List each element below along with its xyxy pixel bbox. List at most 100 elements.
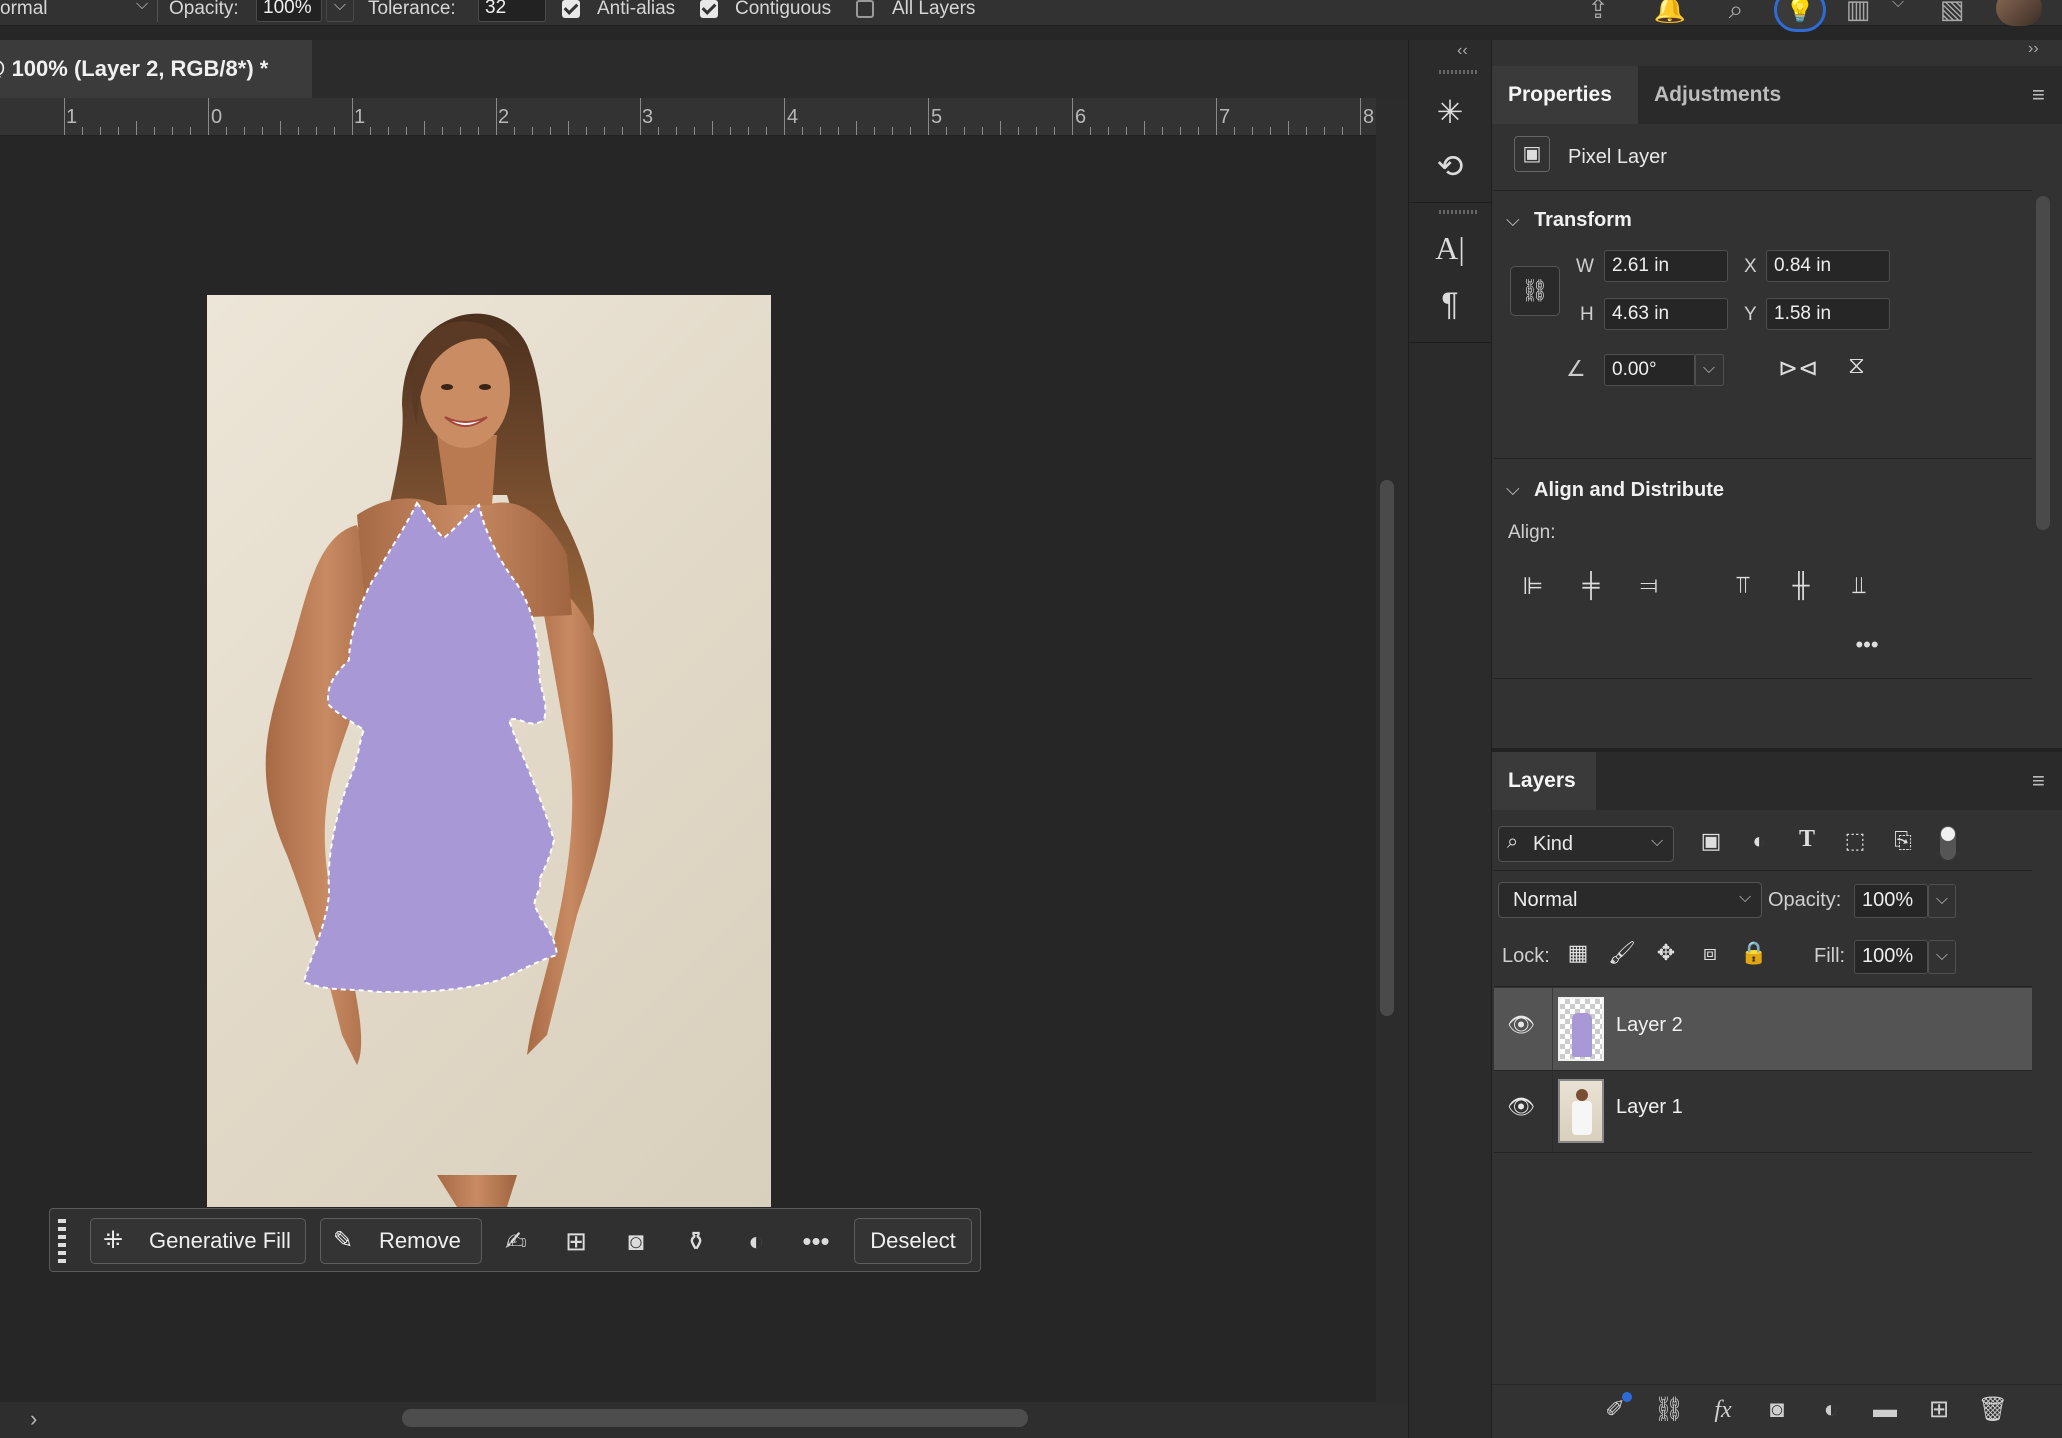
layer-opacity-dropdown-button[interactable]: ⌵ [1928, 884, 1956, 918]
workspace-icon[interactable]: ▥ [1840, 0, 1876, 26]
align-collapse-chevron-icon[interactable]: ⌵ [1506, 479, 1520, 500]
notification-bell-icon[interactable]: 🔔 [1652, 0, 1688, 26]
layer-row-layer-2[interactable]: 👁 Layer 2 [1494, 988, 2032, 1070]
filter-type-icon[interactable]: T [1790, 826, 1824, 853]
paragraph-panel-icon[interactable]: ¶ [1430, 284, 1470, 324]
lock-artboard-icon[interactable]: ⧈ [1694, 940, 1726, 966]
generative-fill-button[interactable]: ⁜ Generative Fill [90, 1218, 306, 1264]
filter-shape-icon[interactable]: ⬚ [1838, 828, 1872, 854]
opacity-input[interactable]: 100% [256, 0, 322, 22]
tolerance-input[interactable]: 32 [478, 0, 546, 22]
user-avatar[interactable] [1996, 0, 2042, 26]
flip-horizontal-icon[interactable]: ⊳⊲ [1778, 354, 1818, 383]
more-align-options-icon[interactable]: ••• [1850, 632, 1884, 658]
vertical-scrollbar-thumb[interactable] [1380, 480, 1394, 1016]
visibility-eye-icon[interactable]: 👁 [1504, 1012, 1538, 1046]
align-right-edges-icon[interactable]: ⫤ [1632, 572, 1666, 600]
visibility-eye-icon[interactable]: 👁 [1504, 1094, 1538, 1128]
contiguous-checkbox[interactable] [700, 0, 718, 18]
filter-toggle-switch[interactable] [1940, 826, 1956, 860]
delete-layer-trash-icon[interactable]: 🗑 [1976, 1394, 2010, 1426]
toggle-knob [1941, 827, 1955, 841]
ruler-tick [892, 127, 893, 135]
tab-adjustments[interactable]: Adjustments [1638, 66, 1820, 124]
transform-selection-icon[interactable]: ⊞ [556, 1221, 596, 1261]
new-layer-icon[interactable]: ⊞ [1922, 1394, 1956, 1426]
align-vertical-centers-icon[interactable]: ╫ [1784, 572, 1818, 600]
divider [1494, 1152, 2032, 1153]
more-options-icon[interactable]: ••• [796, 1221, 836, 1261]
angle-dropdown-button[interactable]: ⌵ [1694, 354, 1724, 386]
align-left-edges-icon[interactable]: ⊫ [1516, 572, 1550, 601]
width-input[interactable]: 2.61 in [1604, 250, 1728, 282]
layer-name[interactable]: Layer 1 [1616, 1096, 1683, 1119]
tab-layers[interactable]: Layers [1492, 752, 1596, 810]
filter-smart-object-icon[interactable]: ⎘ [1886, 828, 1920, 854]
align-horizontal-centers-icon[interactable]: ╪ [1574, 572, 1608, 600]
link-layers-icon[interactable]: ⛓ [1652, 1394, 1686, 1426]
horizontal-scrollbar-thumb[interactable] [402, 1409, 1028, 1427]
anti-alias-checkbox[interactable] [562, 0, 580, 18]
transform-collapse-chevron-icon[interactable]: ⌵ [1506, 210, 1520, 231]
layer-row-layer-1[interactable]: 👁 Layer 1 [1494, 1070, 2032, 1152]
discover-lightbulb-icon[interactable]: 💡 [1774, 0, 1826, 32]
tab-properties[interactable]: Properties [1492, 66, 1638, 124]
x-position-input[interactable]: 0.84 in [1766, 250, 1890, 282]
layer-filter-kind-select[interactable]: ⌕ Kind ⌵ [1498, 826, 1674, 862]
layer-blend-mode-select[interactable]: Normal ⌵ [1498, 882, 1762, 918]
height-input[interactable]: 4.63 in [1604, 298, 1728, 330]
ruler-tick [190, 127, 191, 135]
layer-fill-input[interactable]: 100% [1854, 940, 1928, 974]
add-mask-icon[interactable]: ◙ [1760, 1394, 1794, 1426]
layers-panel-menu-icon[interactable]: ≡ [2032, 768, 2045, 794]
align-top-edges-icon[interactable]: ⫪ [1726, 572, 1760, 600]
blend-mode-select[interactable]: ormal [0, 0, 48, 20]
flip-vertical-icon[interactable]: ⧖ [1848, 352, 1865, 380]
link-proportions-icon[interactable]: ⛓ [1510, 266, 1560, 316]
layer-name[interactable]: Layer 2 [1616, 1014, 1683, 1037]
modify-selection-icon[interactable]: ✍ [496, 1221, 536, 1261]
properties-tabbar: Properties Adjustments ≡ [1492, 66, 2062, 124]
layer-fill-dropdown-button[interactable]: ⌵ [1928, 940, 1956, 974]
dock-grip[interactable] [1439, 70, 1479, 74]
lock-image-pixels-icon[interactable]: 🖌 [1606, 940, 1638, 966]
layer-opacity-input[interactable]: 100% [1854, 884, 1928, 918]
angle-input[interactable]: 0.00° [1604, 354, 1696, 386]
mask-icon[interactable]: ◙ [616, 1221, 656, 1261]
filter-pixel-icon[interactable]: ▣ [1694, 828, 1728, 854]
align-bottom-edges-icon[interactable]: ⫫ [1842, 572, 1876, 600]
all-layers-checkbox[interactable] [856, 0, 874, 18]
lock-position-icon[interactable]: ✥ [1650, 940, 1682, 966]
fill-label: Fill: [1814, 945, 1846, 967]
document-image[interactable] [207, 295, 771, 1207]
document-tab[interactable]: @ 100% (Layer 2, RGB/8*) * [0, 40, 312, 98]
workspace-chevron-icon[interactable]: ⌵ [1892, 0, 1904, 12]
fill-bucket-icon[interactable]: ⚱ [676, 1221, 716, 1261]
discover-sparkle-icon[interactable]: ✳ [1430, 92, 1470, 132]
drag-handle-icon[interactable] [58, 1219, 66, 1263]
dock-grip[interactable] [1439, 210, 1479, 214]
expand-panel-chevron-icon[interactable]: › [30, 1406, 37, 1432]
lock-transparent-pixels-icon[interactable]: ▦ [1562, 940, 1594, 966]
share-icon[interactable]: ⇪ [1580, 0, 1616, 26]
lock-all-icon[interactable]: 🔒 [1738, 940, 1770, 966]
panel-menu-icon[interactable]: ≡ [2032, 82, 2045, 108]
y-position-input[interactable]: 1.58 in [1766, 298, 1890, 330]
layer-kind-label: Pixel Layer [1568, 146, 1667, 168]
chevron-down-icon[interactable]: ⌵ [136, 0, 148, 14]
layer-effects-fx-icon[interactable]: fx [1706, 1394, 1740, 1426]
filter-adjustment-icon[interactable]: ◐ [1742, 828, 1776, 854]
collapse-right-chevron-icon[interactable]: ›› [2028, 40, 2039, 58]
history-icon[interactable]: ⟲ [1430, 146, 1470, 186]
opacity-dropdown-button[interactable]: ⌵ [326, 0, 354, 22]
new-group-folder-icon[interactable]: ▬ [1868, 1394, 1902, 1426]
remove-button[interactable]: ✎ Remove [320, 1218, 482, 1264]
deselect-button[interactable]: Deselect [854, 1218, 972, 1264]
new-adjustment-layer-icon[interactable]: ◐ [1814, 1394, 1848, 1426]
search-icon[interactable]: ⌕ [1718, 0, 1754, 26]
properties-scrollbar-thumb[interactable] [2036, 196, 2050, 530]
libraries-icon[interactable]: ▧ [1934, 0, 1970, 26]
character-panel-icon[interactable]: A| [1430, 228, 1470, 268]
collapse-left-chevron-icon[interactable]: ‹‹ [1457, 42, 1468, 60]
adjustment-layer-icon[interactable]: ◐ [736, 1221, 776, 1261]
